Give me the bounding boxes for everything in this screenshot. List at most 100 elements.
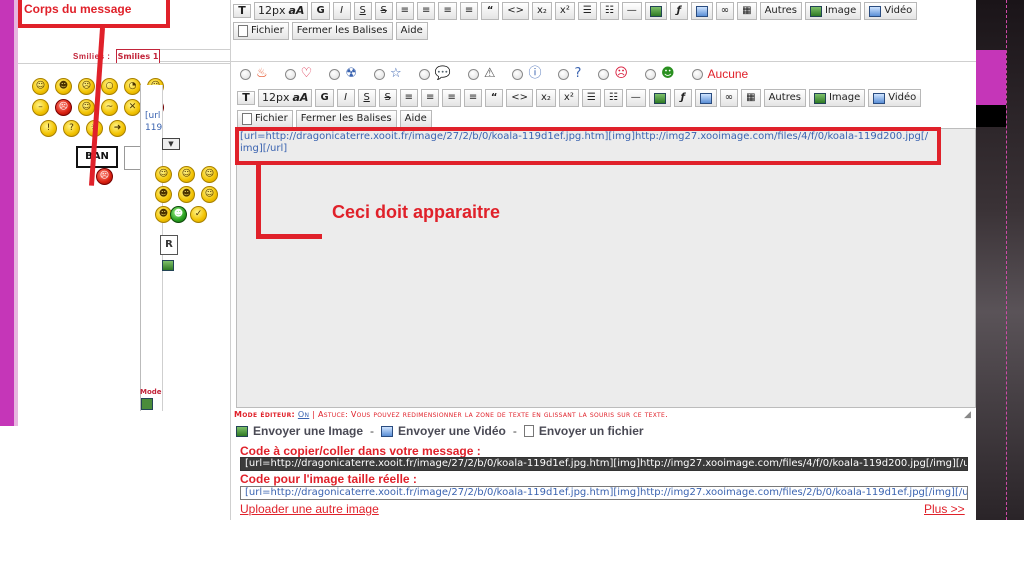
- smiley-surprised-icon[interactable]: ○: [101, 78, 118, 95]
- align-center-icon[interactable]: ≡: [417, 2, 436, 20]
- more-link[interactable]: Plus >>: [924, 502, 965, 516]
- smiley-neutral-icon[interactable]: –: [32, 99, 49, 116]
- align-justify-icon[interactable]: ≡: [463, 89, 483, 107]
- ban-sign-smiley[interactable]: BAN: [76, 146, 118, 168]
- help-button[interactable]: Aide: [395, 22, 428, 40]
- video-button[interactable]: Vidéo: [864, 2, 918, 20]
- code-icon[interactable]: <>: [506, 89, 533, 107]
- italic-button[interactable]: I: [336, 89, 355, 107]
- thumbs-up-icon[interactable]: ✓: [190, 206, 207, 223]
- flash-icon[interactable]: ƒ: [669, 2, 688, 20]
- align-justify-icon[interactable]: ≡: [459, 2, 479, 20]
- subscript-icon[interactable]: x₂: [535, 89, 556, 107]
- quote-icon[interactable]: “: [485, 89, 504, 107]
- radio-question[interactable]: [558, 68, 570, 80]
- smiley-cool-icon[interactable]: ☻: [155, 186, 172, 203]
- smiley-glasses-icon[interactable]: ☻: [178, 186, 195, 203]
- radio-info[interactable]: [512, 68, 524, 80]
- link-icon[interactable]: ∞: [715, 2, 735, 20]
- bullet-list-icon[interactable]: ☰: [581, 89, 601, 107]
- radio-green[interactable]: [644, 68, 656, 80]
- radio-angry[interactable]: [598, 68, 610, 80]
- smiley-happy-icon[interactable]: ☺: [178, 166, 195, 183]
- image-button[interactable]: Image: [804, 2, 862, 20]
- smiley-laugh-icon[interactable]: ☻: [55, 78, 72, 95]
- image-insert-icon[interactable]: [648, 89, 671, 107]
- arrow-icon[interactable]: ➜: [109, 120, 126, 137]
- strike-button[interactable]: S: [378, 89, 397, 107]
- dropdown-arrow-icon[interactable]: ▼: [162, 138, 180, 150]
- smiley-tongue-icon[interactable]: ☺: [78, 99, 95, 116]
- video-button[interactable]: Vidéo: [868, 89, 922, 107]
- underline-button[interactable]: S: [353, 2, 372, 20]
- others-button[interactable]: Autres: [759, 2, 802, 20]
- copy-code-field[interactable]: [url=http://dragonicaterre.xooit.fr/imag…: [240, 457, 968, 471]
- smiley-green-icon[interactable]: ☻: [170, 206, 187, 223]
- subscript-icon[interactable]: x₂: [531, 2, 552, 20]
- exclamation-icon[interactable]: !: [40, 120, 57, 137]
- smiley-ban-icon[interactable]: ☹: [96, 168, 113, 185]
- numbered-list-icon[interactable]: ☷: [603, 89, 623, 107]
- radio-fire[interactable]: [240, 68, 251, 80]
- resize-grip-icon[interactable]: ◢: [964, 410, 971, 420]
- message-textarea[interactable]: [236, 128, 976, 408]
- superscript-icon[interactable]: x²: [558, 89, 579, 107]
- flash-icon[interactable]: ƒ: [673, 89, 692, 107]
- send-file-link[interactable]: Envoyer un fichier: [539, 424, 644, 438]
- upload-other-link[interactable]: Uploader une autre image: [240, 502, 379, 516]
- image-icon[interactable]: [141, 398, 153, 410]
- table-icon[interactable]: ▦: [737, 2, 757, 20]
- smiley-wink-icon[interactable]: ☺: [155, 166, 172, 183]
- send-video-link[interactable]: Envoyer une Vidéo: [398, 424, 506, 438]
- bullet-list-icon[interactable]: ☰: [577, 2, 597, 20]
- underline-button[interactable]: S: [357, 89, 376, 107]
- radio-radioactive[interactable]: [329, 68, 341, 80]
- superscript-icon[interactable]: x²: [554, 2, 575, 20]
- smiley-roll-eyes-icon[interactable]: ◔: [124, 78, 141, 95]
- close-tags-button[interactable]: Fermer les Balises: [295, 110, 397, 128]
- strike-button[interactable]: S: [374, 2, 393, 20]
- radio-heart[interactable]: [284, 68, 296, 80]
- horizontal-rule-icon[interactable]: —: [621, 2, 642, 20]
- smiley-blush-icon[interactable]: ☺: [201, 166, 218, 183]
- full-size-code-field[interactable]: [url=http://dragonicaterre.xooit.fr/imag…: [240, 486, 968, 500]
- smiley-smile2-icon[interactable]: ☺: [201, 186, 218, 203]
- bold-button[interactable]: G: [315, 89, 334, 107]
- font-color-icon[interactable]: T: [233, 4, 251, 18]
- file-button[interactable]: Fichier: [233, 22, 289, 40]
- radio-star[interactable]: [373, 68, 385, 80]
- quote-icon[interactable]: “: [481, 2, 500, 20]
- numbered-list-icon[interactable]: ☷: [599, 2, 619, 20]
- radio-speech[interactable]: [418, 68, 430, 80]
- video-insert-icon[interactable]: [694, 89, 717, 107]
- align-left-icon[interactable]: ≡: [399, 89, 419, 107]
- close-tags-button[interactable]: Fermer les Balises: [291, 22, 393, 40]
- editor-mode-toggle[interactable]: On: [298, 410, 309, 419]
- font-size-select[interactable]: 12px aA: [258, 89, 313, 107]
- r-box[interactable]: R: [160, 235, 178, 255]
- horizontal-rule-icon[interactable]: —: [625, 89, 646, 107]
- align-center-icon[interactable]: ≡: [421, 89, 440, 107]
- image-button[interactable]: Image: [808, 89, 866, 107]
- smiley-grin-icon[interactable]: ☺: [32, 78, 49, 95]
- others-button[interactable]: Autres: [763, 89, 806, 107]
- align-right-icon[interactable]: ≡: [438, 2, 457, 20]
- bold-button[interactable]: G: [311, 2, 330, 20]
- align-right-icon[interactable]: ≡: [442, 89, 461, 107]
- image-insert-icon[interactable]: [644, 2, 667, 20]
- radio-none[interactable]: [691, 68, 703, 80]
- link-icon[interactable]: ∞: [719, 89, 739, 107]
- font-color-icon[interactable]: T: [237, 91, 255, 105]
- image-icon[interactable]: [162, 260, 174, 271]
- smiley-confused-icon[interactable]: ~: [101, 99, 118, 116]
- italic-button[interactable]: I: [332, 2, 351, 20]
- align-left-icon[interactable]: ≡: [395, 2, 415, 20]
- code-icon[interactable]: <>: [502, 2, 529, 20]
- question-icon[interactable]: ?: [63, 120, 80, 137]
- smiley-sad-icon[interactable]: ☹: [78, 78, 95, 95]
- video-insert-icon[interactable]: [690, 2, 713, 20]
- file-button[interactable]: Fichier: [237, 110, 293, 128]
- smiley-mad-icon[interactable]: ✕: [124, 99, 141, 116]
- table-icon[interactable]: ▦: [741, 89, 761, 107]
- font-size-select[interactable]: 12px aA: [254, 2, 309, 20]
